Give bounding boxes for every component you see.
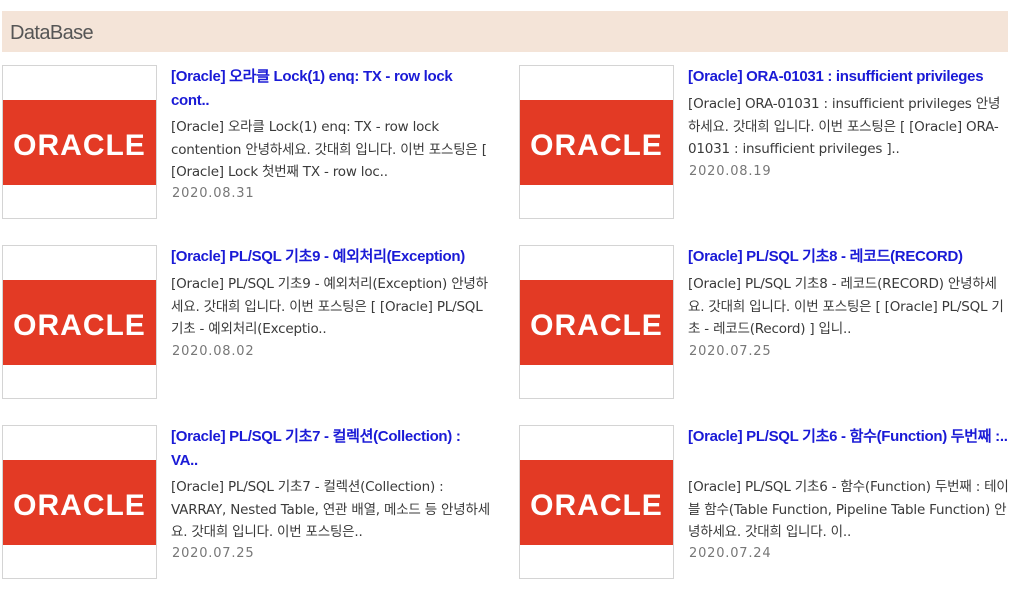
- oracle-logo: ORACLE: [3, 460, 156, 545]
- oracle-logo: ORACLE: [3, 280, 156, 365]
- post-excerpt: [Oracle] PL/SQL 기초8 - 레코드(RECORD) 안녕하세요.…: [688, 276, 1004, 337]
- post-thumbnail[interactable]: ORACLE: [2, 245, 157, 399]
- oracle-logo-text: ORACLE: [13, 489, 146, 522]
- post-date: 2020.08.02: [172, 344, 255, 359]
- post-excerpt: [Oracle] 오라클 Lock(1) enq: TX - row lock …: [171, 119, 487, 180]
- oracle-logo-text: ORACLE: [13, 309, 146, 342]
- post-title[interactable]: [Oracle] PL/SQL 기초9 - 예외처리(Exception): [171, 245, 491, 269]
- post-thumbnail[interactable]: ORACLE: [2, 425, 157, 579]
- post-title[interactable]: [Oracle] 오라클 Lock(1) enq: TX - row lock …: [171, 65, 491, 113]
- post-title[interactable]: [Oracle] PL/SQL 기초6 - 함수(Function) 두번째 :…: [688, 425, 1008, 449]
- post-title[interactable]: [Oracle] PL/SQL 기초7 - 컬렉션(Collection) : …: [171, 425, 491, 473]
- post-title[interactable]: [Oracle] PL/SQL 기초8 - 레코드(RECORD): [688, 245, 1008, 269]
- post-thumbnail[interactable]: ORACLE: [2, 65, 157, 219]
- post-date: 2020.07.25: [172, 546, 255, 561]
- oracle-logo: ORACLE: [520, 280, 673, 365]
- oracle-logo-text: ORACLE: [13, 129, 146, 162]
- oracle-logo-text: ORACLE: [530, 489, 663, 522]
- post-card[interactable]: ORACLE [Oracle] ORA-01031 : insufficient…: [519, 65, 1019, 225]
- post-date: 2020.07.25: [689, 344, 772, 359]
- post-excerpt: [Oracle] PL/SQL 기초7 - 컬렉션(Collection) : …: [171, 479, 490, 540]
- oracle-logo-text: ORACLE: [530, 309, 663, 342]
- post-thumbnail[interactable]: ORACLE: [519, 65, 674, 219]
- post-thumbnail[interactable]: ORACLE: [519, 425, 674, 579]
- post-card[interactable]: ORACLE [Oracle] PL/SQL 기초9 - 예외처리(Except…: [2, 245, 502, 405]
- post-date: 2020.08.31: [172, 186, 255, 201]
- post-grid: ORACLE [Oracle] 오라클 Lock(1) enq: TX - ro…: [0, 0, 1019, 591]
- post-card[interactable]: ORACLE [Oracle] PL/SQL 기초6 - 함수(Function…: [519, 425, 1019, 585]
- oracle-logo: ORACLE: [520, 100, 673, 185]
- oracle-logo: ORACLE: [3, 100, 156, 185]
- post-excerpt: [Oracle] PL/SQL 기초9 - 예외처리(Exception) 안녕…: [171, 276, 488, 337]
- post-excerpt: [Oracle] ORA-01031 : insufficient privil…: [688, 96, 1001, 157]
- post-title[interactable]: [Oracle] ORA-01031 : insufficient privil…: [688, 65, 1008, 89]
- oracle-logo: ORACLE: [520, 460, 673, 545]
- oracle-logo-text: ORACLE: [530, 129, 663, 162]
- post-card[interactable]: ORACLE [Oracle] PL/SQL 기초8 - 레코드(RECORD)…: [519, 245, 1019, 405]
- post-card[interactable]: ORACLE [Oracle] 오라클 Lock(1) enq: TX - ro…: [2, 65, 502, 225]
- post-excerpt: [Oracle] PL/SQL 기초6 - 함수(Function) 두번째 :…: [688, 479, 1009, 540]
- post-thumbnail[interactable]: ORACLE: [519, 245, 674, 399]
- post-card[interactable]: ORACLE [Oracle] PL/SQL 기초7 - 컬렉션(Collect…: [2, 425, 502, 585]
- post-date: 2020.07.24: [689, 546, 772, 561]
- post-date: 2020.08.19: [689, 164, 772, 179]
